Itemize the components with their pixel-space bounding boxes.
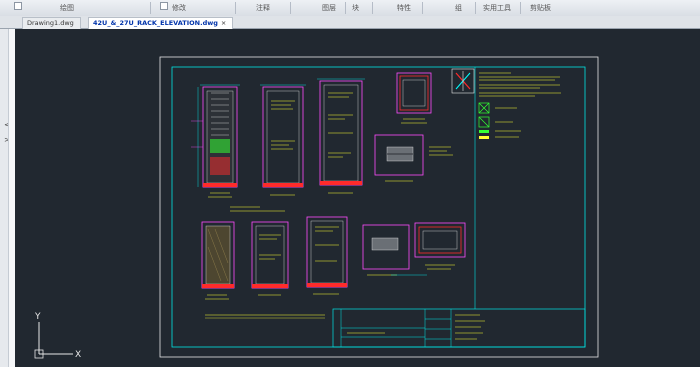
ucs-y-label: Y: [34, 312, 41, 322]
drawing-canvas[interactable]: Y X: [15, 29, 700, 367]
tool-palette-strip: < >: [0, 29, 15, 367]
rack-27u-base-detail: [362, 224, 427, 276]
ucs-x-label: X: [75, 350, 81, 360]
close-tab-icon[interactable]: ×: [221, 19, 226, 27]
rack-42u-rear-elevation: [317, 78, 365, 194]
rack-27u-side-elevation: [251, 221, 289, 296]
ribbon-separator: [520, 2, 521, 14]
ribbon-separator: [235, 2, 236, 14]
ribbon: 绘图 修改 注释 图层 块 特性 组 实用工具 剪贴板: [0, 0, 700, 17]
ribbon-group-annotate[interactable]: 注释: [256, 3, 270, 13]
ribbon-separator: [345, 2, 346, 14]
ribbon-separator: [475, 2, 476, 14]
file-tab-bar: Drawing1.dwg 42U_&_27U_RACK_ELEVATION.dw…: [0, 16, 700, 29]
rack-42u-side-elevation: [260, 84, 306, 196]
north-arrow-icon: [451, 68, 475, 94]
tab-label: Drawing1.dwg: [27, 19, 74, 27]
modify-icon[interactable]: [160, 2, 168, 10]
draw-icon[interactable]: [14, 2, 22, 10]
title-block: [332, 308, 586, 348]
tab-rack-elevation[interactable]: 42U_&_27U_RACK_ELEVATION.dwg ×: [88, 17, 234, 29]
ribbon-group-clipboard[interactable]: 剪贴板: [530, 3, 551, 13]
drawing-svg: Y X: [34, 56, 599, 360]
ribbon-separator: [422, 2, 423, 14]
rack-top-view: [396, 72, 432, 124]
ribbon-group-utilities[interactable]: 实用工具: [483, 3, 511, 13]
rack-27u-front-elevation: [201, 221, 235, 300]
ucs-icon: Y X: [34, 312, 81, 360]
tab-drawing1[interactable]: Drawing1.dwg: [22, 17, 81, 29]
ribbon-group-block[interactable]: 块: [352, 3, 359, 13]
rack-42u-front-elevation: [191, 84, 240, 198]
ribbon-group-modify[interactable]: 修改: [172, 3, 186, 13]
legend-notes: [479, 72, 561, 97]
rack-base-plate-detail: [374, 134, 453, 182]
legend-swatches: [478, 102, 521, 139]
ribbon-group-properties[interactable]: 特性: [397, 3, 411, 13]
ribbon-group-groups[interactable]: 组: [455, 3, 462, 13]
tab-label: 42U_&_27U_RACK_ELEVATION.dwg: [93, 19, 218, 27]
ribbon-separator: [290, 2, 291, 14]
rack-27u-rear-elevation: [306, 216, 348, 295]
ribbon-separator: [150, 2, 151, 14]
rack-27u-top-view: [414, 222, 466, 270]
ribbon-separator: [372, 2, 373, 14]
ribbon-group-layers[interactable]: 图层: [322, 3, 336, 13]
palette-strip: [8, 29, 15, 367]
ribbon-group-draw[interactable]: 绘图: [60, 3, 74, 13]
